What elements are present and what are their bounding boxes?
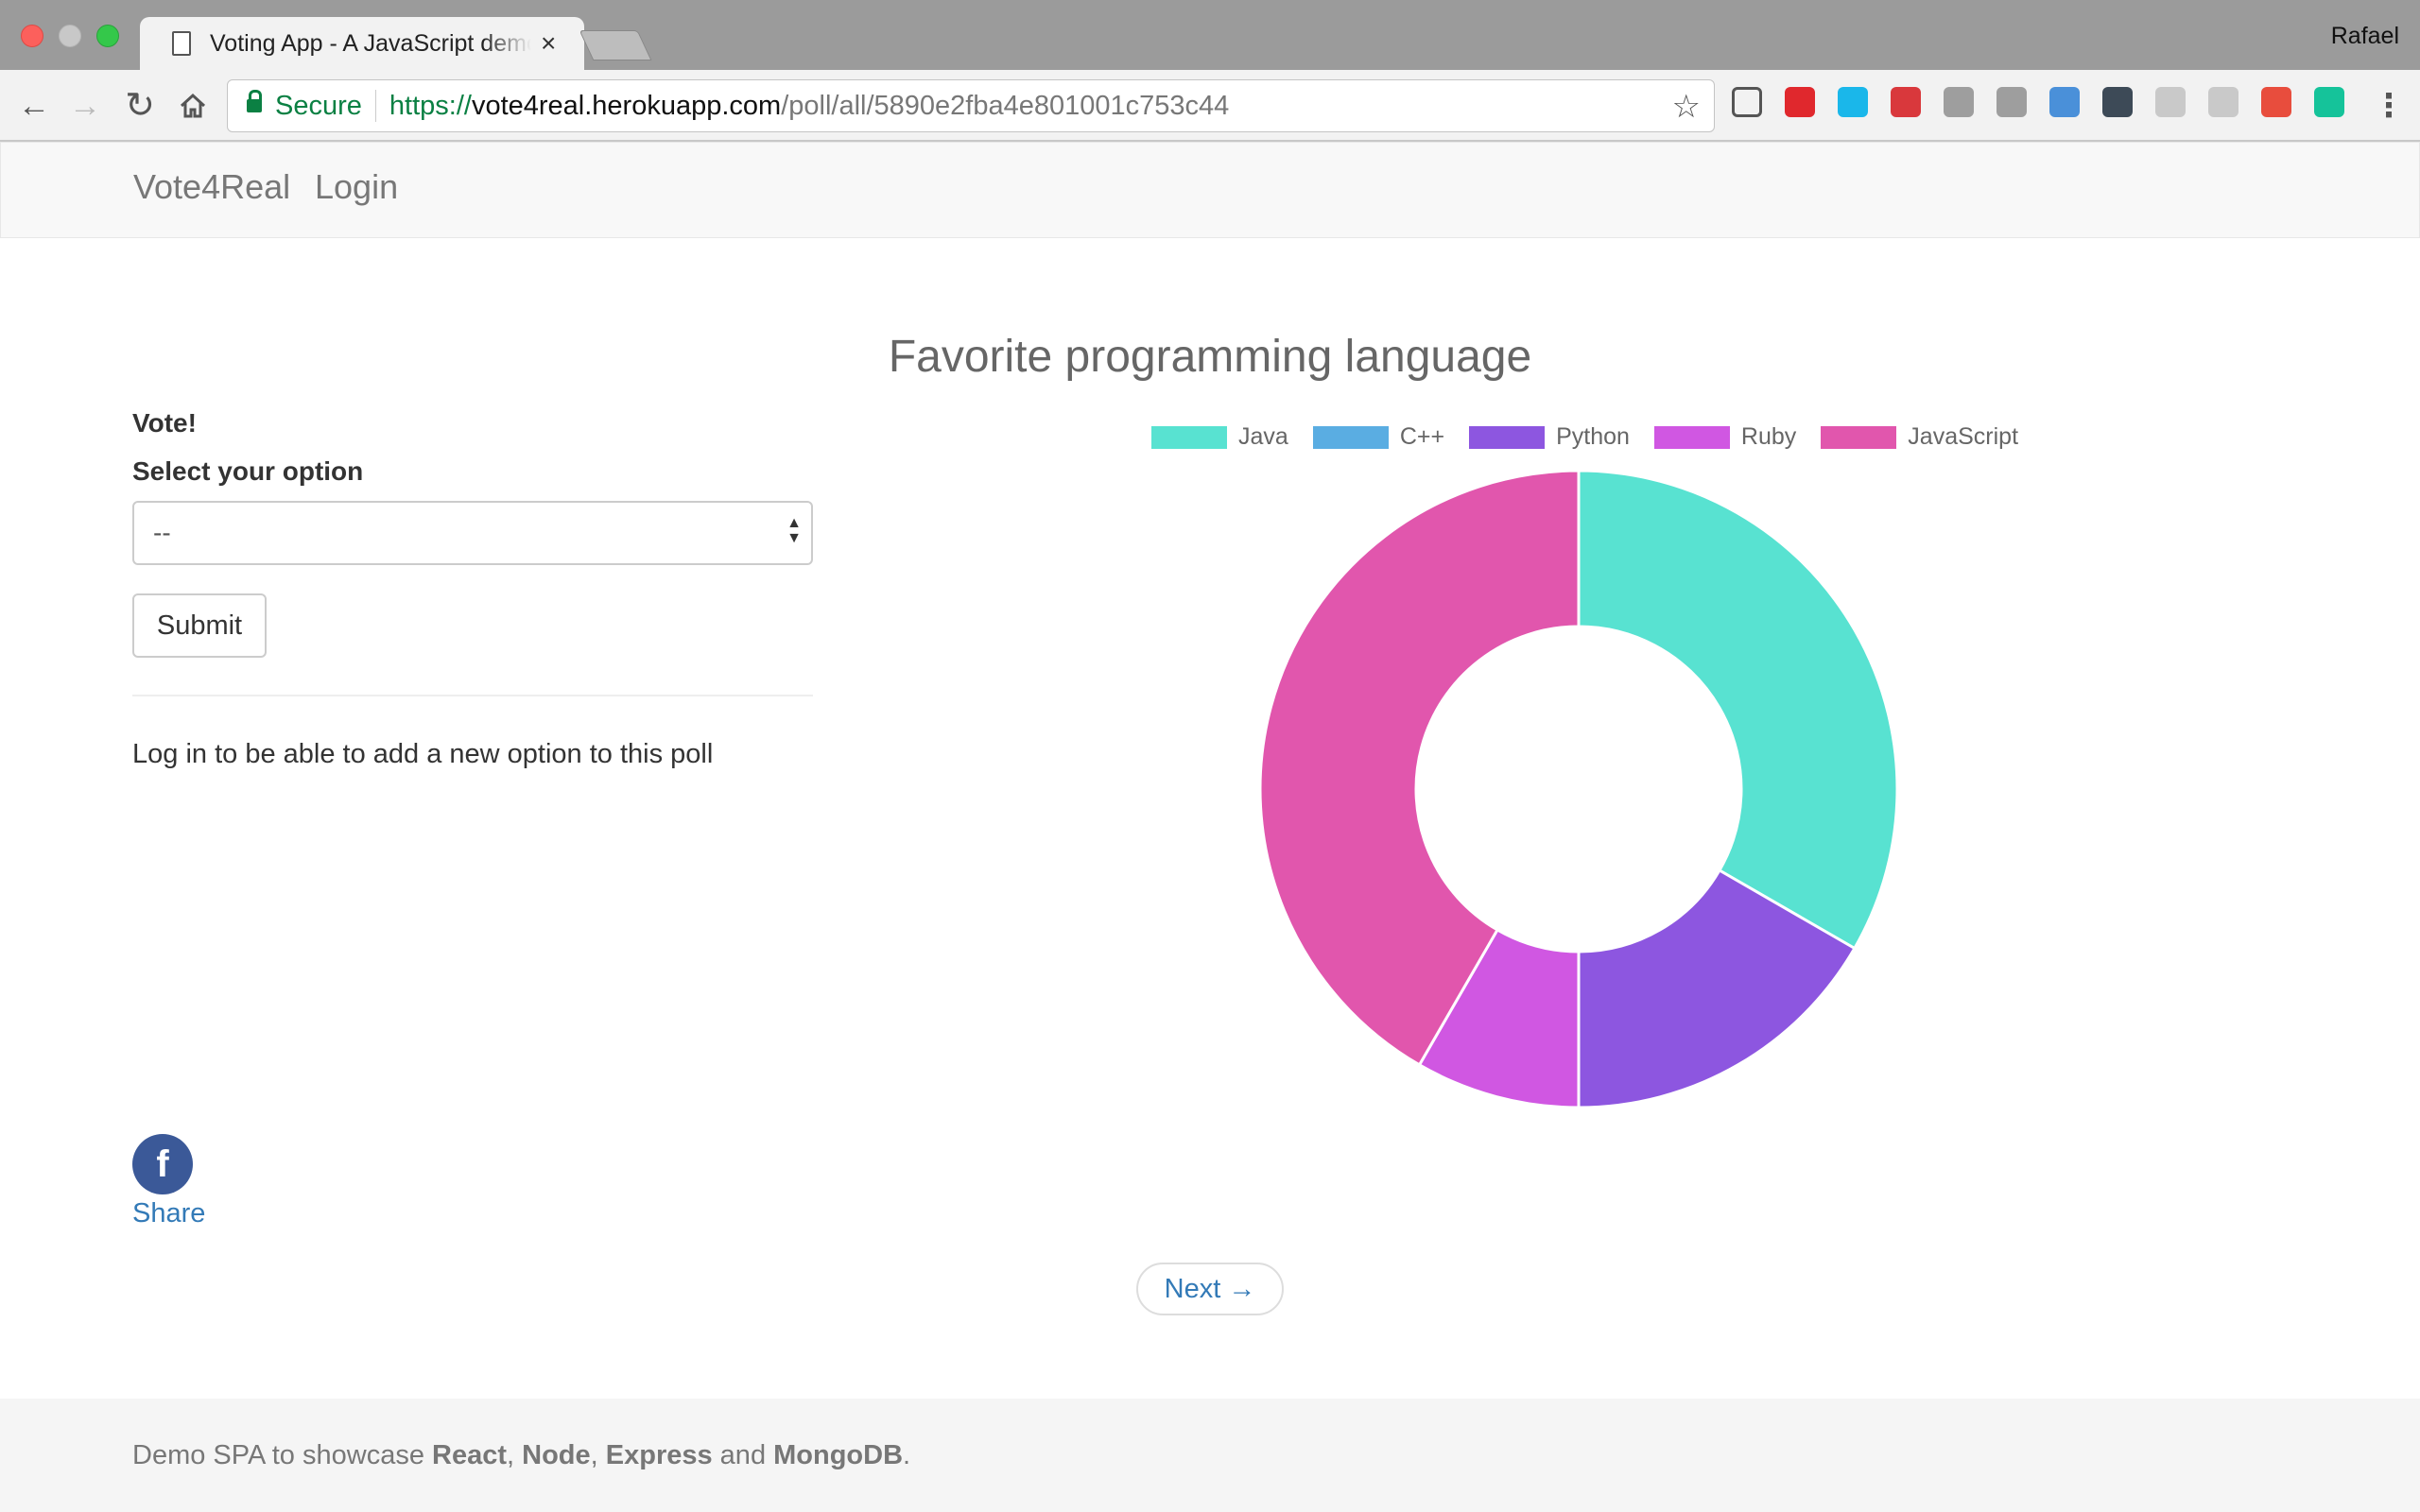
colorwheel-icon[interactable]: [2261, 87, 2291, 117]
footer-express: Express: [605, 1440, 713, 1470]
extensions-bar: [1732, 87, 2344, 117]
url-host: vote4real.herokuapp.com: [471, 90, 782, 121]
legend-item[interactable]: C++: [1312, 423, 1445, 451]
minimize-window-button[interactable]: [59, 25, 81, 47]
bookmark-star-icon[interactable]: ☆: [1672, 88, 1701, 126]
legend-item[interactable]: JavaScript: [1821, 423, 2018, 451]
lock-icon: [247, 90, 262, 112]
react-icon[interactable]: [2208, 87, 2238, 117]
doc-icon[interactable]: [2155, 87, 2186, 117]
vote-heading: Vote!: [132, 408, 197, 438]
next-button[interactable]: Next →: [1136, 1263, 1284, 1315]
select-label: Select your option: [132, 456, 364, 486]
footer: Demo SPA to showcase React, Node, Expres…: [0, 1399, 2420, 1512]
legend-item[interactable]: Python: [1469, 423, 1630, 451]
u-icon[interactable]: [2102, 87, 2133, 117]
option-select[interactable]: -- ▲ ▼: [132, 501, 813, 565]
facebook-icon[interactable]: f: [132, 1134, 193, 1194]
maximize-window-button[interactable]: [96, 25, 119, 47]
back-icon[interactable]: ←: [15, 87, 53, 125]
login-note: Log in to be able to add a new option to…: [132, 739, 714, 769]
browser-tab-content[interactable]: Voting App - A JavaScript demo ×: [163, 17, 569, 70]
form-divider: [132, 695, 813, 696]
new-tab-button[interactable]: [579, 30, 652, 60]
footer-react: React: [432, 1440, 508, 1470]
legend-label: Ruby: [1740, 423, 1797, 450]
footer-node: Node: [522, 1440, 591, 1470]
cast-icon[interactable]: [1732, 87, 1762, 117]
opera-icon[interactable]: [1785, 87, 1815, 117]
browser-menu-icon[interactable]: ⋮: [2373, 87, 2405, 125]
option-select-value: --: [153, 518, 171, 547]
doughnut-chart: [1258, 469, 1899, 1109]
secure-label: Secure: [275, 90, 362, 121]
brand-link[interactable]: Vote4Real: [133, 167, 290, 207]
footer-prefix: Demo SPA to showcase: [132, 1440, 433, 1470]
gif-icon[interactable]: [1944, 87, 1974, 117]
forward-icon[interactable]: →: [66, 87, 104, 125]
page-icon: [172, 31, 191, 56]
plus-icon[interactable]: [1891, 87, 1921, 117]
footer-comma-1: ,: [507, 1440, 523, 1470]
legend-label: C++: [1399, 423, 1445, 450]
profile-name[interactable]: Rafael: [2331, 23, 2399, 50]
vimeo-icon[interactable]: [1838, 87, 1868, 117]
footer-text: Demo SPA to showcase React, Node, Expres…: [132, 1440, 910, 1471]
login-link[interactable]: Login: [315, 167, 398, 207]
select-arrows-icon: ▲ ▼: [786, 515, 802, 546]
legend-item[interactable]: Java: [1151, 423, 1288, 451]
tab-title: Voting App - A JavaScript demo: [210, 29, 531, 57]
tab-close-icon[interactable]: ×: [541, 28, 556, 59]
grammarly-icon[interactable]: [2314, 87, 2344, 117]
legend-swatch: [1312, 425, 1389, 449]
legend-swatch: [1469, 425, 1546, 449]
footer-comma-2: ,: [590, 1440, 606, 1470]
browser-toolbar: ← → ↻ Secure https:// vote4real.herokuap…: [0, 70, 2420, 142]
footer-and: and: [712, 1440, 774, 1470]
share-link[interactable]: Share: [132, 1198, 205, 1229]
url-path: /poll/all/5890e2fba4e801001c753c44: [781, 90, 1230, 121]
reload-icon[interactable]: ↻: [121, 87, 159, 125]
site-navbar: Vote4Real Login: [0, 142, 2420, 238]
submit-button[interactable]: Submit: [132, 593, 267, 658]
close-window-button[interactable]: [21, 25, 43, 47]
legend-label: JavaScript: [1908, 423, 2019, 450]
translate-icon[interactable]: [2049, 87, 2080, 117]
legend-swatch: [1653, 425, 1730, 449]
url-scheme: https://: [389, 90, 472, 121]
address-bar[interactable]: Secure https:// vote4real.herokuapp.com …: [227, 79, 1715, 132]
chart-legend: Java C++ Python Ruby JavaScript: [1151, 423, 2018, 451]
slice-java[interactable]: [1577, 469, 1899, 951]
footer-end: .: [903, 1440, 911, 1470]
footer-mongodb: MongoDB: [773, 1440, 904, 1470]
chart-title: Favorite programming language: [888, 332, 1532, 382]
legend-label: Java: [1238, 423, 1288, 450]
home-icon[interactable]: [174, 87, 212, 125]
drive-icon[interactable]: [1996, 87, 2027, 117]
legend-label: Python: [1556, 423, 1630, 450]
omnibox-separator: [374, 90, 376, 122]
legend-item[interactable]: Ruby: [1653, 423, 1797, 451]
browser-titlebar: Voting App - A JavaScript demo × Rafael: [0, 0, 2420, 70]
legend-swatch: [1151, 425, 1227, 449]
legend-swatch: [1821, 425, 1897, 449]
